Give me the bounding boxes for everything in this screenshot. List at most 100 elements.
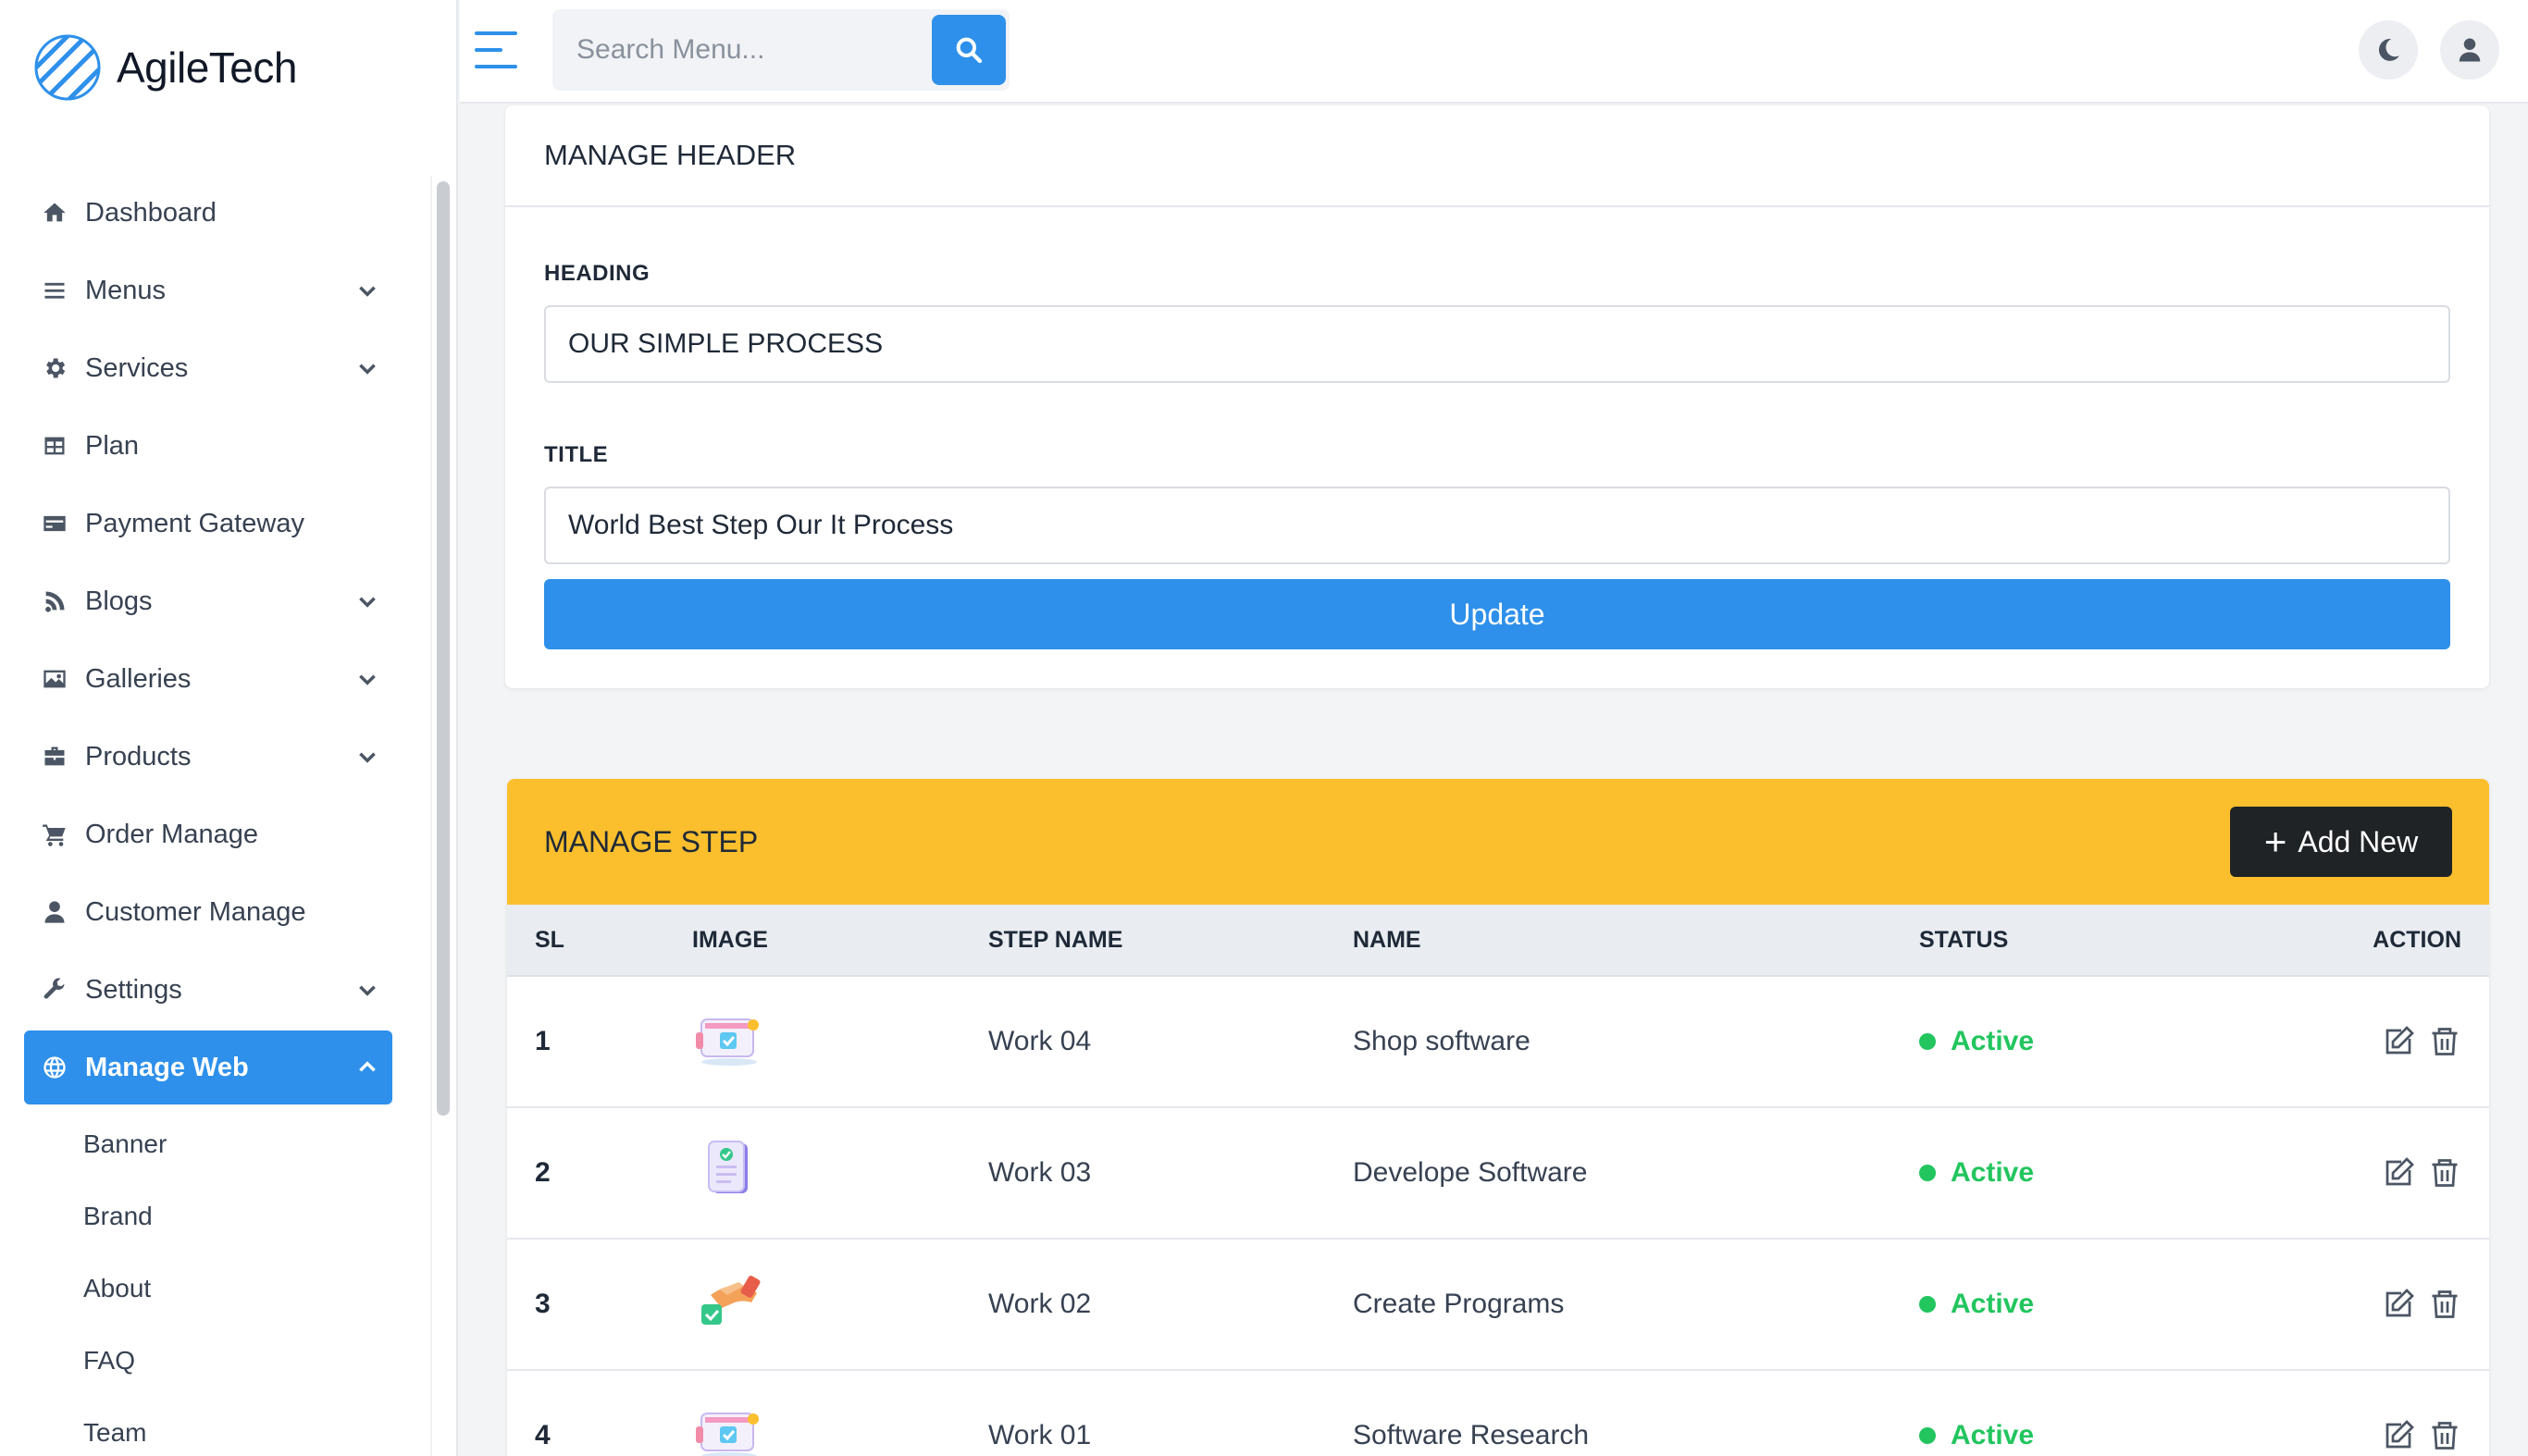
manage-step-card: MANAGE STEP + Add New SL IMAGE STEP NAME…	[507, 779, 2489, 1456]
sidebar-item-label: Dashboard	[85, 197, 217, 228]
chevron-up-icon	[355, 1055, 379, 1080]
sidebar-item-blogs[interactable]: Blogs	[24, 564, 392, 638]
table-row: 2 Work 03 Develope Software Active	[507, 1108, 2489, 1240]
sidebar-item-label: Menus	[85, 275, 167, 305]
list-icon	[41, 277, 68, 304]
sidebar-item-label: Settings	[85, 974, 182, 1005]
topbar	[460, 0, 2528, 104]
menu-toggle-icon[interactable]	[475, 31, 517, 68]
sidebar-subitem-team[interactable]: Team	[24, 1397, 392, 1456]
row-sl: 2	[535, 1157, 551, 1188]
user-menu-button[interactable]	[2440, 20, 2499, 80]
table-row: 1 Work 04 Shop software Active	[507, 977, 2489, 1108]
column-header-name: NAME	[1353, 926, 1421, 953]
user-icon	[2459, 38, 2481, 62]
column-header-action: ACTION	[2373, 926, 2461, 953]
briefcase-icon	[41, 743, 68, 771]
manage-header-card: MANAGE HEADER HEADING TITLE Update	[505, 105, 2489, 688]
row-actions	[2369, 1156, 2461, 1190]
edit-icon[interactable]	[2382, 1419, 2415, 1452]
search-icon	[956, 37, 983, 64]
sidebar-scrollbar[interactable]	[437, 181, 450, 1116]
edit-icon[interactable]	[2382, 1288, 2415, 1321]
column-header-status: STATUS	[1919, 926, 2009, 953]
gear-icon	[41, 354, 68, 382]
monitor-check-icon	[692, 1005, 766, 1079]
search-input[interactable]	[552, 9, 926, 91]
monitor-check-icon	[692, 1399, 766, 1456]
row-actions	[2369, 1025, 2461, 1058]
status-dot	[1919, 1165, 1936, 1181]
credit-card-icon	[41, 510, 68, 537]
trash-icon[interactable]	[2428, 1025, 2461, 1058]
row-sl: 3	[535, 1289, 551, 1319]
card-title: MANAGE HEADER	[505, 105, 2489, 207]
row-sl: 1	[535, 1026, 551, 1056]
heading-input[interactable]	[544, 305, 2450, 383]
sidebar-item-dashboard[interactable]: Dashboard	[24, 176, 392, 250]
sidebar-item-customer-manage[interactable]: Customer Manage	[24, 875, 392, 949]
plus-icon: +	[2263, 820, 2287, 863]
status-dot	[1919, 1296, 1936, 1313]
column-header-sl: SL	[535, 926, 564, 953]
logo[interactable]: AgileTech	[33, 31, 297, 104]
status-label: Active	[1951, 1420, 2035, 1450]
title-input[interactable]	[544, 487, 2450, 564]
hand-check-icon	[692, 1267, 766, 1341]
logo-icon	[34, 34, 101, 101]
row-sl: 4	[535, 1420, 551, 1450]
globe-icon	[41, 1054, 68, 1081]
chevron-down-icon	[355, 667, 379, 691]
sidebar-nav: Dashboard Menus Services Plan Payment Ga…	[24, 176, 392, 1456]
sidebar-scroll-track	[430, 176, 432, 1456]
status-label: Active	[1951, 1157, 2035, 1188]
sidebar-item-galleries[interactable]: Galleries	[24, 642, 392, 716]
sidebar-item-payment-gateway[interactable]: Payment Gateway	[24, 487, 392, 561]
sidebar-item-manage-web[interactable]: Manage Web	[24, 1030, 392, 1104]
cart-icon	[41, 821, 68, 848]
sidebar: AgileTech Dashboard Menus Services Plan …	[0, 0, 458, 1456]
edit-icon[interactable]	[2382, 1156, 2415, 1190]
chevron-down-icon	[355, 589, 379, 613]
sidebar-item-products[interactable]: Products	[24, 720, 392, 794]
sidebar-subitem-banner[interactable]: Banner	[24, 1108, 392, 1180]
row-actions	[2369, 1288, 2461, 1321]
blog-icon	[41, 587, 68, 615]
trash-icon[interactable]	[2428, 1419, 2461, 1452]
sidebar-item-services[interactable]: Services	[24, 331, 392, 405]
sidebar-item-settings[interactable]: Settings	[24, 953, 392, 1027]
sidebar-subitem-faq[interactable]: FAQ	[24, 1325, 392, 1397]
sidebar-subitem-brand[interactable]: Brand	[24, 1180, 392, 1252]
sidebar-item-label: Plan	[85, 430, 140, 461]
sidebar-item-label: Galleries	[85, 663, 192, 694]
sidebar-subitem-about[interactable]: About	[24, 1252, 392, 1325]
home-icon	[41, 199, 68, 227]
dark-mode-toggle[interactable]	[2359, 20, 2418, 80]
status-badge: Active	[1919, 1026, 2034, 1057]
sidebar-item-label: Order Manage	[85, 819, 258, 849]
search-button[interactable]	[932, 15, 1006, 85]
row-name: Create Programs	[1353, 1289, 1565, 1319]
column-header-image: IMAGE	[692, 926, 768, 953]
sidebar-item-order-manage[interactable]: Order Manage	[24, 797, 392, 871]
sidebar-item-menus[interactable]: Menus	[24, 253, 392, 327]
search-box	[552, 9, 1010, 91]
row-name: Develope Software	[1353, 1157, 1588, 1188]
clipboard-check-icon	[692, 1136, 766, 1210]
row-name: Shop software	[1353, 1026, 1530, 1056]
status-dot	[1919, 1033, 1936, 1050]
trash-icon[interactable]	[2428, 1156, 2461, 1190]
heading-label: HEADING	[544, 261, 651, 286]
table-row: 4 Work 01 Software Research Active	[507, 1371, 2489, 1456]
card-header: MANAGE STEP + Add New	[507, 779, 2489, 905]
chevron-down-icon	[355, 278, 379, 302]
sidebar-item-label: Services	[85, 352, 189, 383]
trash-icon[interactable]	[2428, 1288, 2461, 1321]
edit-icon[interactable]	[2382, 1025, 2415, 1058]
update-button[interactable]: Update	[544, 579, 2450, 649]
wrench-icon	[41, 976, 68, 1004]
add-new-button[interactable]: + Add New	[2230, 807, 2452, 877]
sidebar-item-plan[interactable]: Plan	[24, 409, 392, 483]
status-badge: Active	[1919, 1289, 2034, 1320]
sidebar-item-label: Manage Web	[85, 1052, 249, 1082]
